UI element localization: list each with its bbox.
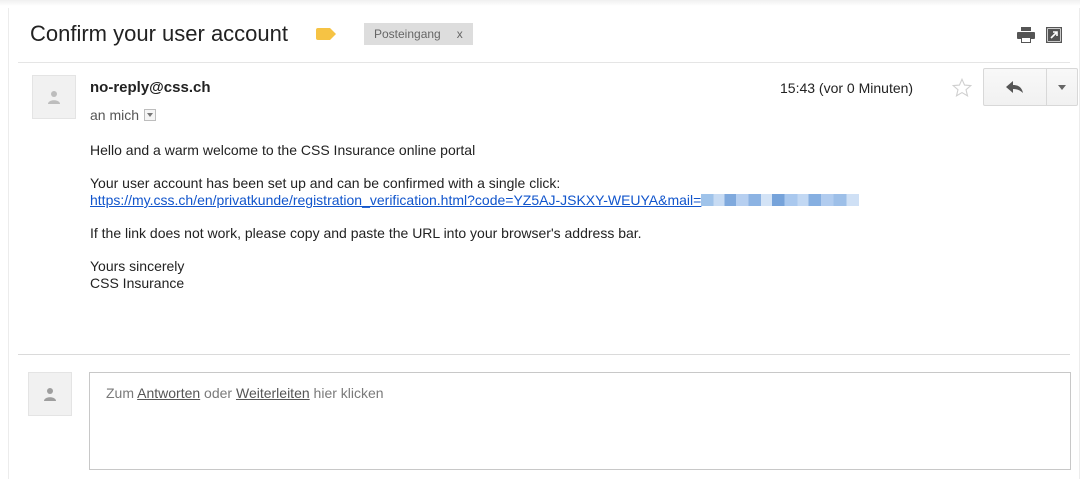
recipient-label: an mich bbox=[90, 107, 140, 123]
reply-link[interactable]: Antworten bbox=[137, 385, 200, 401]
reply-button[interactable] bbox=[983, 68, 1047, 106]
closing-line-2: CSS Insurance bbox=[90, 275, 185, 291]
open-in-new-window-icon[interactable] bbox=[1046, 27, 1062, 43]
email-subject: Confirm your user account bbox=[30, 21, 288, 46]
reply-button-group bbox=[983, 68, 1078, 106]
forward-link[interactable]: Weiterleiten bbox=[236, 385, 310, 401]
label-chip-text[interactable]: Posteingang bbox=[374, 23, 441, 45]
star-icon[interactable] bbox=[951, 77, 973, 99]
left-edge bbox=[8, 8, 9, 479]
sender-address[interactable]: no-reply@css.ch bbox=[90, 79, 211, 96]
sender-avatar[interactable] bbox=[32, 75, 76, 119]
chevron-down-icon bbox=[1058, 84, 1066, 90]
body-divider bbox=[18, 354, 1070, 355]
own-avatar bbox=[28, 372, 72, 416]
top-shadow bbox=[0, 0, 1080, 6]
body-paragraph-2: If the link does not work, please copy a… bbox=[90, 225, 642, 241]
person-icon bbox=[48, 91, 60, 104]
body-paragraph-1: Your user account has been set up and ca… bbox=[90, 175, 1070, 209]
recipient-row: an mich bbox=[90, 107, 157, 123]
subject-row: Confirm your user account Posteingang x bbox=[30, 18, 473, 50]
reply-box-suffix: hier klicken bbox=[309, 385, 384, 401]
show-details-button[interactable] bbox=[144, 109, 157, 121]
remove-label-button[interactable]: x bbox=[457, 23, 463, 45]
closing-line-1: Yours sincerely bbox=[90, 258, 185, 274]
label-chip[interactable]: Posteingang x bbox=[364, 23, 473, 45]
body-paragraph-1-text: Your user account has been set up and ca… bbox=[90, 175, 561, 191]
chevron-down-icon bbox=[147, 113, 154, 117]
redacted-email-blur[interactable] bbox=[701, 194, 860, 206]
person-icon bbox=[44, 388, 56, 401]
importance-marker-icon[interactable] bbox=[316, 28, 336, 40]
more-actions-button[interactable] bbox=[1047, 68, 1078, 106]
reply-box[interactable]: Zum Antworten oder Weiterleiten hier kli… bbox=[89, 372, 1071, 470]
email-body: Hello and a warm welcome to the CSS Insu… bbox=[90, 142, 1070, 292]
email-view: Confirm your user account Posteingang x … bbox=[0, 0, 1080, 479]
reply-box-middle: oder bbox=[200, 385, 236, 401]
verification-link-line: https://my.css.ch/en/privatkunde/registr… bbox=[90, 192, 1070, 209]
body-greeting: Hello and a warm welcome to the CSS Insu… bbox=[90, 142, 476, 158]
verification-link-text[interactable]: https://my.css.ch/en/privatkunde/registr… bbox=[90, 192, 701, 208]
reply-box-prefix: Zum bbox=[106, 385, 138, 401]
reply-arrow-icon bbox=[1006, 81, 1023, 93]
header-divider bbox=[18, 62, 1070, 63]
email-timestamp: 15:43 (vor 0 Minuten) bbox=[780, 80, 914, 96]
verification-link[interactable]: https://my.css.ch/en/privatkunde/registr… bbox=[90, 192, 860, 208]
print-icon[interactable] bbox=[1017, 27, 1035, 43]
